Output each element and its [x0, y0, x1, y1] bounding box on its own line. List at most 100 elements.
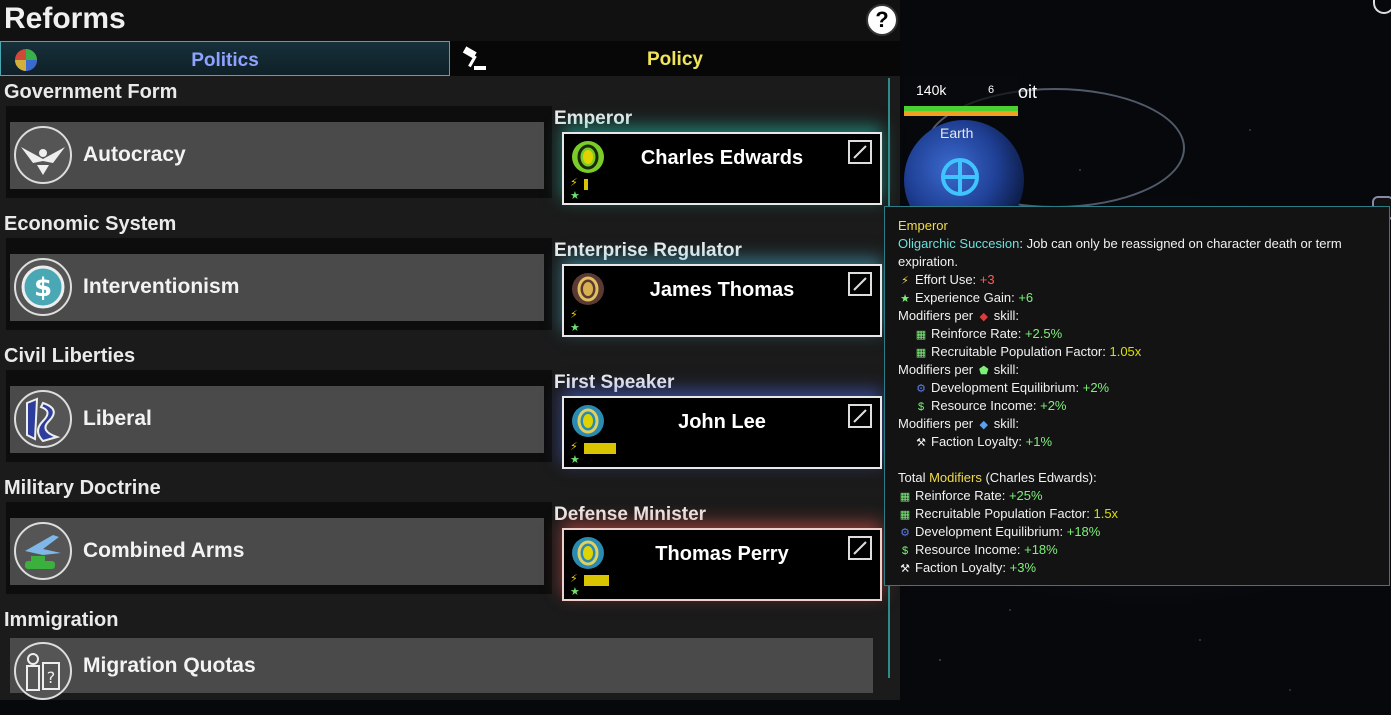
skill-bar [584, 575, 610, 586]
effort-icon: ⚡ [570, 309, 578, 321]
modifier-row: ▦ Reinforce Rate: +2.5% [914, 325, 1062, 344]
economy-skill-icon: ⬟ [978, 365, 989, 377]
planet-tag[interactable]: 140k 6 [904, 74, 1018, 116]
total-row: ▦ Recruitable Population Factor: 1.5x [898, 505, 1118, 524]
section-header-civil: Civil Liberties [4, 345, 136, 367]
modifier-row: ▦ Recruitable Population Factor: 1.05x [914, 343, 1142, 362]
job-card-speaker[interactable]: John Lee ⚡ ★ [562, 396, 882, 469]
reform-button-combined-arms[interactable]: Combined Arms [10, 518, 544, 585]
total-label: Recruitable Population Factor: [915, 506, 1094, 521]
edit-icon[interactable] [848, 536, 872, 560]
total-label: Resource Income: [915, 542, 1025, 557]
reform-button-liberal[interactable]: Liberal [10, 386, 544, 453]
modifiers-per-label: Modifiers per [898, 308, 974, 323]
effort-icon: ⚡ [570, 441, 578, 453]
reform-slot-civil: Liberal [6, 370, 552, 462]
tab-politics[interactable]: Politics [0, 41, 450, 76]
exp-label: Experience Gain: [915, 290, 1019, 305]
tab-politics-label: Politics [191, 50, 259, 71]
modifier-label: Development Equilibrium: [931, 380, 1083, 395]
modifiers-per-diplomacy: Modifiers per ◆ skill: [898, 415, 1019, 434]
modifier-value: +2.5% [1024, 326, 1063, 341]
experience-line: ★ Experience Gain: +6 [898, 289, 1033, 308]
modifiers-per-military: Modifiers per ◆ skill: [898, 307, 1019, 326]
help-button[interactable]: ? [866, 4, 898, 36]
modifier-value: +2% [1040, 398, 1067, 413]
experience-icon: ★ [900, 293, 910, 305]
edit-icon[interactable] [848, 404, 872, 428]
tab-policy[interactable]: Policy [450, 41, 900, 76]
planet-label: Earth [940, 125, 974, 141]
experience-icon: ★ [570, 586, 580, 598]
svg-text:$: $ [34, 273, 52, 303]
title-bar: Reforms ? [0, 0, 900, 41]
total-value: +3% [1009, 560, 1037, 575]
total-value: +18% [1066, 524, 1101, 539]
job-title-emperor: Emperor [554, 108, 633, 129]
total-modifiers-header: Total Modifiers (Charles Edwards): [898, 469, 1097, 487]
effort-line: ⚡ Effort Use: +3 [898, 271, 995, 290]
job-holder-name: James Thomas [649, 279, 795, 301]
succession-text: : Job can only be reassigned on characte… [1019, 236, 1342, 251]
emperor-tooltip: Emperor Oligarchic Succesion: Job can on… [884, 206, 1390, 586]
total-value: +25% [1008, 488, 1043, 503]
total-modifiers-word: Modifiers [929, 470, 982, 485]
resource-icon: $ [917, 401, 925, 413]
reform-label: Combined Arms [83, 539, 245, 562]
succession-line: Oligarchic Succesion: Job can only be re… [898, 235, 1342, 253]
job-holder-name: John Lee [678, 411, 766, 433]
jet-tank-icon [14, 522, 72, 580]
dollar-coin-icon: $ [14, 258, 72, 316]
diplomacy-skill-icon: ◆ [979, 419, 988, 431]
edit-icon[interactable] [848, 272, 872, 296]
job-holder-name: Thomas Perry [655, 543, 789, 565]
job-card-regulator[interactable]: James Thomas ⚡ ★ [562, 264, 882, 337]
crosshair-icon[interactable] [940, 157, 980, 197]
reform-slot-economic: $ Interventionism [6, 238, 552, 330]
experience-icon: ★ [570, 190, 580, 202]
effort-value: +3 [979, 272, 995, 287]
job-card-emperor[interactable]: Charles Edwards ⚡ ★ [562, 132, 882, 205]
reform-button-interventionism[interactable]: $ Interventionism [10, 254, 544, 321]
reform-slot-government: Autocracy [6, 106, 552, 198]
development-icon: ⚙ [900, 527, 910, 539]
resource-icon: $ [901, 545, 909, 557]
succession-text-2: expiration. [898, 254, 958, 269]
people-question-icon: ? [14, 642, 72, 700]
reform-label: Interventionism [83, 275, 240, 298]
reform-slot-military: Combined Arms [6, 502, 552, 594]
eagle-icon [14, 126, 72, 184]
section-header-immigration: Immigration [4, 609, 119, 631]
effort-icon: ⚡ [570, 573, 578, 585]
total-row: ⚒ Faction Loyalty: +3% [898, 559, 1036, 578]
job-title-regulator: Enterprise Regulator [554, 240, 742, 261]
total-value: +18% [1024, 542, 1058, 557]
modifier-label: Recruitable Population Factor: [931, 344, 1110, 359]
job-card-defense[interactable]: Thomas Perry ⚡ ★ [562, 528, 882, 601]
total-row: $ Resource Income: +18% [898, 541, 1058, 560]
reform-button-autocracy[interactable]: Autocracy [10, 122, 544, 189]
job-stats: ⚡ ★ [570, 308, 630, 334]
modifier-label: Reinforce Rate: [931, 326, 1025, 341]
reform-label: Liberal [83, 407, 152, 430]
military-skill-icon: ◆ [979, 311, 988, 323]
gavel-icon: ⚒ [900, 563, 910, 575]
reform-button-migration-quotas[interactable]: ? Migration Quotas [10, 638, 873, 700]
edit-icon[interactable] [848, 140, 872, 164]
modifier-row: $ Resource Income: +2% [914, 397, 1067, 416]
planet-status-bar [904, 106, 1018, 116]
tooltip-title: Emperor [898, 218, 948, 233]
modifiers-per-label: Modifiers per [898, 362, 974, 377]
reform-label: Migration Quotas [83, 654, 256, 677]
section-header-economic: Economic System [4, 213, 177, 235]
job-title-speaker: First Speaker [554, 372, 675, 393]
skill-word: skill: [993, 308, 1020, 323]
total-value: 1.5x [1093, 506, 1119, 521]
effort-icon: ⚡ [901, 275, 909, 287]
skill-word: skill: [993, 362, 1020, 377]
job-stats: ⚡ ★ [570, 176, 630, 202]
section-header-government: Government Form [4, 81, 178, 103]
total-label: Faction Loyalty: [915, 560, 1010, 575]
modifier-label: Faction Loyalty: [931, 434, 1026, 449]
panel-title: Reforms [4, 2, 126, 35]
